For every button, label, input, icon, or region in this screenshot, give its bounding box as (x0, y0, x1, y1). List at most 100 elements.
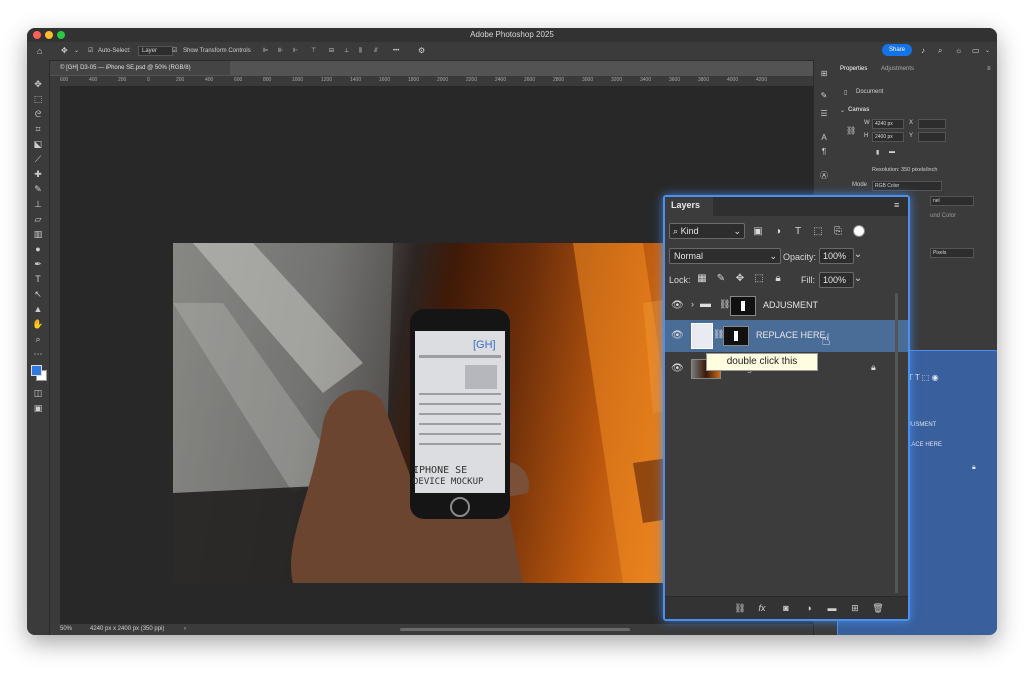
filter-pixel-icon[interactable]: ▣ (751, 225, 765, 239)
healing-brush-tool-icon[interactable]: ✚ (31, 168, 45, 180)
glyphs-panel-icon[interactable]: Ⓐ (818, 170, 830, 182)
move-tool-icon[interactable]: ✥ (31, 78, 45, 90)
marquee-tool-icon[interactable]: ⬚ (31, 93, 45, 105)
mode-dropdown[interactable]: RGB Color (872, 181, 942, 191)
stamp-tool-icon[interactable]: ⊥ (31, 198, 45, 210)
horizontal-scrollbar[interactable] (400, 628, 630, 631)
opacity-field[interactable]: 100% (819, 248, 854, 264)
fill-chevron-icon[interactable]: ⌄ (851, 272, 865, 286)
align-right-icon[interactable]: ⊩ (293, 46, 298, 56)
filter-toggle-icon[interactable] (853, 225, 865, 237)
share-button[interactable]: Share (882, 44, 912, 56)
layers-scrollbar[interactable] (895, 293, 898, 593)
layer-row-adjusment[interactable]: 👁︎ › ▬ ⛓ ADJUSMENT (665, 291, 908, 321)
delete-layer-icon[interactable]: 🗑︎ (871, 602, 885, 614)
screen-mode-icon[interactable]: ▣ (31, 402, 45, 414)
filter-kind-dropdown[interactable]: ⌕ Kind ⌄ (669, 223, 745, 239)
more-options-button[interactable]: ••• (393, 46, 399, 56)
new-group-icon[interactable]: ▬ (825, 602, 839, 614)
quick-mask-icon[interactable]: ◫ (31, 387, 45, 399)
adjustment-layer-icon[interactable]: ◑ (802, 602, 816, 614)
canvas-chevron-icon[interactable]: ⌄ (840, 107, 845, 114)
align-center-icon[interactable]: ⊪ (278, 46, 283, 56)
new-layer-icon[interactable]: ⊞ (848, 602, 862, 614)
brush-tool-icon[interactable]: ✎ (31, 183, 45, 195)
visibility-eye-icon[interactable]: 👁︎ (671, 363, 684, 375)
lock-artboard-icon[interactable]: ⬚ (752, 272, 766, 286)
filter-type-icon[interactable]: T (791, 225, 805, 239)
y-field[interactable] (918, 132, 946, 142)
x-field[interactable] (918, 119, 946, 129)
layer-mask-thumbnail[interactable] (730, 296, 756, 316)
width-field[interactable]: 4240 px (872, 119, 904, 129)
fx-icon[interactable]: fx (755, 602, 769, 614)
add-mask-icon[interactable]: ◙ (779, 602, 793, 614)
align-bottom-icon[interactable]: ⊥ (344, 46, 349, 56)
filter-adjustment-icon[interactable]: ◑ (771, 225, 785, 239)
lock-position-icon[interactable]: ✥ (733, 272, 747, 286)
search-icon[interactable]: ⌕ (938, 46, 942, 56)
hand-tool-icon[interactable]: ✋ (31, 318, 45, 330)
move-tool-icon[interactable]: ✥ (61, 46, 68, 56)
workspace-icon[interactable]: ▭ (972, 46, 980, 56)
layer-mask-thumbnail[interactable] (723, 326, 749, 346)
show-transform-checkbox[interactable]: ☑ (172, 46, 177, 56)
align-left-icon[interactable]: ⊫ (263, 46, 268, 56)
dodge-tool-icon[interactable]: ● (31, 243, 45, 255)
smart-object-thumbnail[interactable] (691, 323, 713, 349)
paragraph-panel-icon[interactable]: ¶ (818, 146, 830, 158)
layer-name[interactable]: REPLACE HERE (756, 330, 826, 340)
path-select-tool-icon[interactable]: ↖ (31, 288, 45, 300)
visibility-eye-icon[interactable]: 👁︎ (671, 300, 684, 312)
chevron-down-icon[interactable]: ⌄ (74, 46, 79, 56)
brush-settings-icon[interactable]: ✎ (818, 90, 830, 102)
eyedropper-tool-icon[interactable]: ⟋ (31, 153, 45, 165)
visibility-eye-icon[interactable]: 👁︎ (671, 330, 684, 342)
shape-tool-icon[interactable]: ▲ (31, 303, 45, 315)
panel-menu-icon[interactable]: ≡ (987, 66, 991, 72)
minimize-window-button[interactable] (45, 31, 53, 39)
eraser-tool-icon[interactable]: ▱ (31, 213, 45, 225)
opacity-chevron-icon[interactable]: ⌄ (851, 248, 865, 262)
more-tools-icon[interactable]: ⋯ (31, 348, 45, 360)
settings-gear-icon[interactable]: ⚙ (418, 46, 425, 56)
layers-menu-icon[interactable]: ≡ (894, 200, 899, 210)
history-panel-icon[interactable]: ⊞ (818, 68, 830, 80)
workspace-chevron-icon[interactable]: ⌄ (985, 46, 990, 56)
lock-all-icon[interactable]: 🔒︎ (771, 272, 785, 286)
character-panel-icon[interactable]: A (818, 132, 830, 144)
tab-properties[interactable]: Properties (840, 66, 867, 72)
tab-adjustments[interactable]: Adjustments (881, 66, 914, 72)
status-chevron-icon[interactable]: › (184, 624, 186, 635)
portrait-orientation-icon[interactable]: ▮ (876, 149, 879, 156)
zoom-window-button[interactable] (57, 31, 65, 39)
close-window-button[interactable] (33, 31, 41, 39)
zoom-tool-icon[interactable]: ⌕ (31, 333, 45, 345)
height-field[interactable]: 2400 px (872, 132, 904, 142)
group-expand-chevron-icon[interactable]: › (691, 299, 694, 309)
foreground-color-swatch[interactable] (31, 365, 42, 376)
layer-row-replace-here[interactable]: 👁︎ ⛓ REPLACE HERE ☝︎ (665, 320, 908, 352)
lightbulb-icon[interactable]: ☼ (955, 46, 962, 56)
align-middle-icon[interactable]: ⊟ (329, 46, 334, 56)
landscape-orientation-icon[interactable]: ▬ (889, 149, 895, 155)
align-top-icon[interactable]: ⊤ (311, 46, 316, 56)
tab-layers[interactable]: Layers (665, 197, 713, 216)
notifications-bell-icon[interactable]: ♪ (921, 46, 925, 56)
gradient-tool-icon[interactable]: ▥ (31, 228, 45, 240)
blend-mode-dropdown[interactable]: Normal ⌄ (669, 248, 781, 264)
layer-name[interactable]: ADJUSMENT (763, 300, 818, 310)
link-dimensions-icon[interactable]: ⛓ (846, 126, 856, 135)
zoom-level[interactable]: 50% (60, 624, 72, 635)
crop-tool-icon[interactable]: ⌗ (31, 123, 45, 135)
lock-transparent-icon[interactable]: ▦ (695, 272, 709, 286)
home-icon[interactable]: ⌂ (37, 46, 42, 56)
filter-smart-object-icon[interactable]: ⎘ (831, 225, 845, 239)
filter-shape-icon[interactable]: ⬚ (811, 225, 825, 239)
lasso-tool-icon[interactable]: ᘓ (31, 108, 45, 120)
distribute-icon[interactable]: ⫼ (359, 46, 362, 56)
channel-dropdown-partial[interactable]: nel (930, 196, 974, 206)
pixels-dropdown-partial[interactable]: Pixels (930, 248, 974, 258)
pen-tool-icon[interactable]: ✒ (31, 258, 45, 270)
object-select-tool-icon[interactable]: ⬕ (31, 138, 45, 150)
